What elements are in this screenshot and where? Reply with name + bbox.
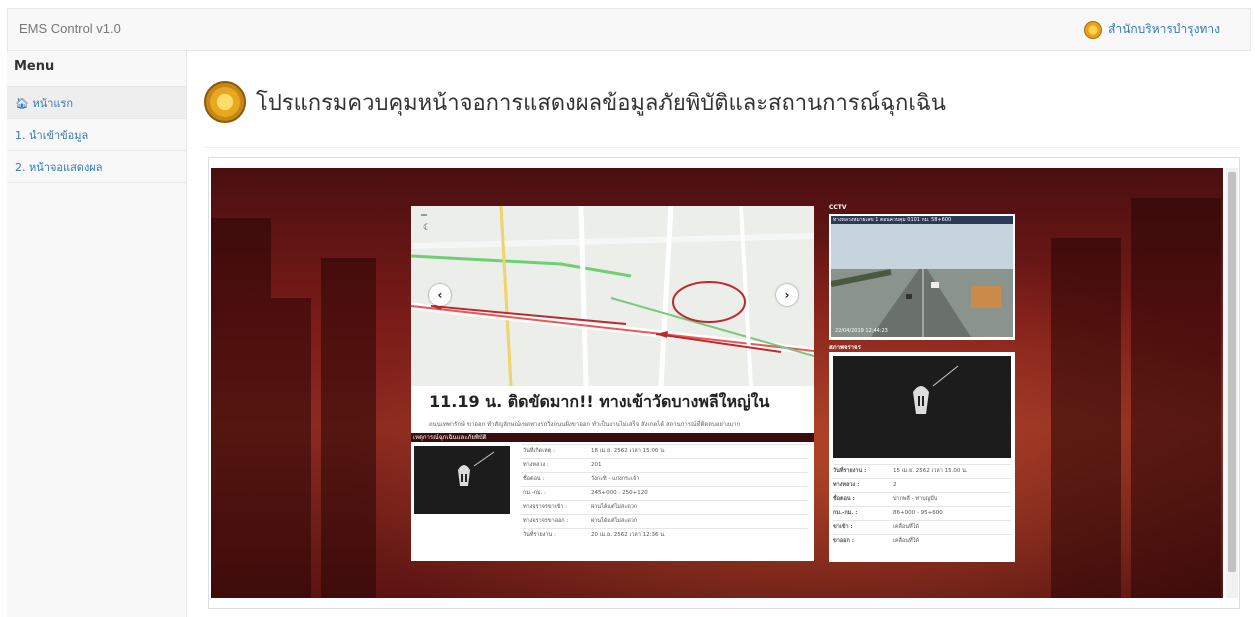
silhouette-image [833, 356, 1011, 458]
app-brand[interactable]: EMS Control v1.0 [19, 21, 121, 36]
top-navbar: EMS Control v1.0 สำนักบริหารบำรุงทาง [7, 8, 1251, 51]
table-row: ขาเข้า : เคลื่อนที่ได้ [833, 520, 1011, 534]
sidebar: Menu 🏠︎ หน้าแรก 1. นำเข้าข้อมูล 2. หน้าจ… [7, 51, 187, 617]
background-building [271, 298, 311, 598]
headline-text: 11.19 น. ติดขัดมาก!! ทางเข้าวัดบางพลีใหญ… [429, 392, 770, 411]
cctv-label: CCTV [829, 204, 847, 211]
background-building [1131, 198, 1221, 598]
table-row: ชื่อตอน : วังกะทิ - แก่งกระเจ้า [521, 472, 808, 486]
sidebar-item-label: หน้าแรก [32, 97, 74, 110]
org-name: สำนักบริหารบำรุงทาง [1108, 22, 1220, 36]
table-row: ขาออก : เคลื่อนที่ได้ [833, 534, 1011, 548]
traffic-info-table: วันที่รายงาน :15 เม.ย. 2562 เวลา 15.00 น… [833, 464, 1011, 548]
menu-title: Menu [7, 51, 186, 87]
table-row: กม.-กม. :86+000 - 95+600 [833, 506, 1011, 520]
page-header: โปรแกรมควบคุมหน้าจอการแสดงผลข้อมูลภัยพิบ… [204, 81, 946, 123]
map-graphic: ☾ [411, 206, 814, 386]
traffic-image [833, 356, 1011, 458]
home-icon: 🏠︎ [15, 97, 29, 110]
background-building [211, 218, 271, 598]
traffic-map[interactable]: ☾ ‹ › [411, 206, 814, 386]
org-link[interactable]: สำนักบริหารบำรุงทาง [1084, 20, 1220, 39]
department-logo-icon [204, 81, 246, 123]
table-row: ทางจราจรขาเข้า : ผ่านได้แต่ไม่สะดวก [521, 500, 808, 514]
headline-subtext: ถนนเทพารักษ์ ขาออก ทำสัญลักษณ์เขตทางรถวิ… [429, 421, 741, 428]
next-slide-button[interactable]: › [776, 284, 798, 306]
traffic-panel: วันที่รายงาน :15 เม.ย. 2562 เวลา 15.00 น… [829, 352, 1015, 562]
traffic-label: สภาพจราจร [829, 344, 861, 351]
incident-card: ☾ ‹ › 11.19 น. ติดขัดมาก!! ทางเข้าวัดบาง… [411, 206, 814, 561]
main-content: โปรแกรมควบคุมหน้าจอการแสดงผลข้อมูลภัยพิบ… [188, 51, 1251, 617]
table-row: วันที่รายงาน :15 เม.ย. 2562 เวลา 15.00 น… [833, 464, 1011, 478]
cctv-caption: ทางหลวงหมายเลข 1 ตอนควบคุม 0101 กม. 58+6… [831, 216, 1013, 224]
prev-slide-button[interactable]: ‹ [429, 284, 451, 306]
page-title: โปรแกรมควบคุมหน้าจอการแสดงผลข้อมูลภัยพิบ… [256, 90, 946, 116]
sidebar-item-import[interactable]: 1. นำเข้าข้อมูล [7, 119, 186, 151]
table-row: วันที่รายงาน :20 เม.ย. 2562 เวลา 12:36 น… [521, 528, 808, 542]
table-row: ทางหลวง :2 [833, 478, 1011, 492]
table-row: กม.-กม. :245+000 - 250+120 [521, 486, 808, 500]
svg-text:☾: ☾ [423, 223, 431, 233]
incident-headline: 11.19 น. ติดขัดมาก!! ทางเข้าวัดบางพลีใหญ… [411, 386, 814, 435]
incident-info-table: วันที่เกิดเหตุ :18 เม.ย. 2562 เวลา 15:00… [521, 444, 808, 542]
display-preview: ☾ ‹ › 11.19 น. ติดขัดมาก!! ทางเข้าวัดบาง… [211, 168, 1223, 598]
sidebar-item-display[interactable]: 2. หน้าจอแสดงผล [7, 151, 186, 183]
table-row: ชื่อตอน : ปากพลี - ท่าบุญมีบ [833, 492, 1011, 506]
cctv-timestamp: 22/04/2019 12:44:23 [835, 328, 888, 334]
cctv-panel: ทางหลวงหมายเลข 1 ตอนควบคุม 0101 กม. 58+6… [829, 214, 1015, 340]
table-row: วันที่เกิดเหตุ :18 เม.ย. 2562 เวลา 15:00… [521, 444, 808, 458]
cctv-image [831, 224, 1013, 337]
silhouette-image [414, 446, 510, 514]
incident-section-label: เหตุการณ์ฉุกเฉินและภัยพิบัติ [411, 433, 814, 442]
divider [204, 147, 1239, 148]
background-building [1051, 238, 1121, 598]
sidebar-item-home[interactable]: 🏠︎ หน้าแรก [7, 87, 186, 119]
incident-thumbnail [414, 446, 510, 514]
background-building [321, 258, 376, 598]
scrollbar-thumb[interactable] [1228, 172, 1236, 572]
org-logo-icon [1084, 20, 1103, 39]
table-row: ทางจราจรขาออก : ผ่านได้แต่ไม่สะดวก [521, 514, 808, 528]
display-panel: ☾ ‹ › 11.19 น. ติดขัดมาก!! ทางเข้าวัดบาง… [208, 157, 1240, 609]
cctv-feed[interactable]: 22/04/2019 12:44:23 [831, 224, 1013, 337]
table-row: ทางหลวง :201 [521, 458, 808, 472]
